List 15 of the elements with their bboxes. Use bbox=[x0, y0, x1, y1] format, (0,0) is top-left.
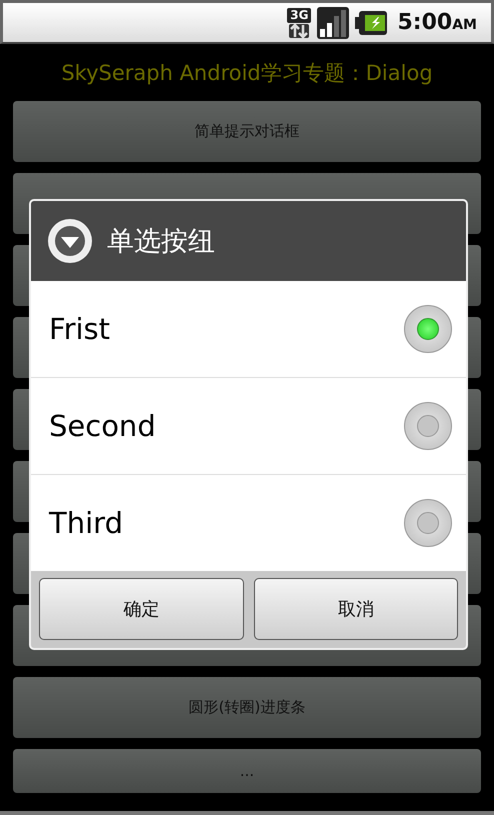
option-label: Frist bbox=[49, 312, 110, 346]
radio-button[interactable] bbox=[404, 499, 452, 547]
dialog-button[interactable]: 确定 bbox=[39, 578, 244, 640]
radio-button[interactable] bbox=[404, 402, 452, 450]
radio-button[interactable] bbox=[404, 305, 452, 353]
network-label: 3G bbox=[287, 8, 312, 22]
data-arrows-icon bbox=[289, 24, 310, 38]
clock-time: 5:00AM bbox=[397, 10, 477, 35]
signal-icon bbox=[317, 6, 350, 38]
battery-charging-icon bbox=[355, 10, 388, 34]
option-label: Third bbox=[49, 506, 123, 540]
app-title: SkySeraph Android学习专题：Dialog bbox=[60, 60, 434, 86]
dialog-title: 单选按纽 bbox=[107, 225, 215, 259]
dialog-button[interactable]: 取消 bbox=[254, 578, 458, 640]
option-label: Second bbox=[49, 409, 156, 443]
